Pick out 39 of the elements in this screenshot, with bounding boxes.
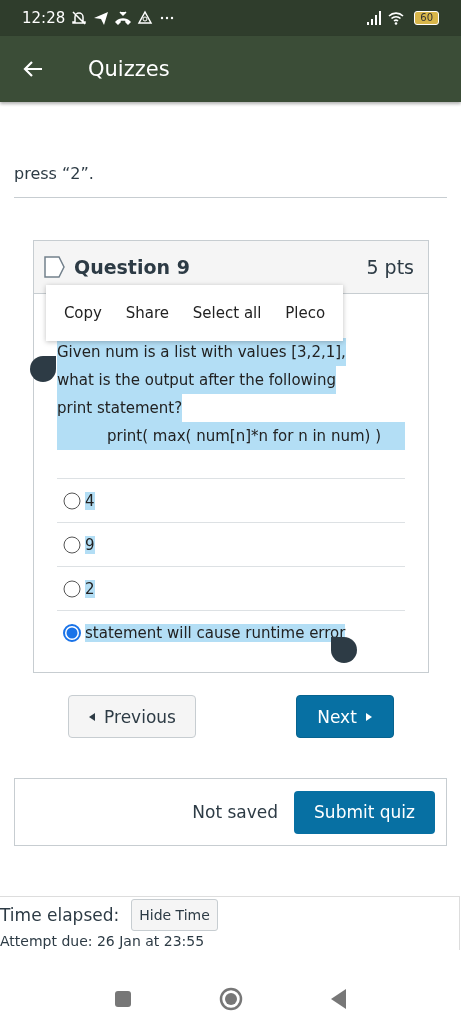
wifi-icon: [388, 10, 405, 26]
flag-icon[interactable]: [44, 255, 66, 279]
bell-off-icon: [71, 10, 88, 26]
timer-label: Time elapsed:: [0, 905, 120, 925]
radio-button[interactable]: [63, 535, 81, 554]
menu-item[interactable]: Select all: [192, 304, 262, 322]
menu-item[interactable]: Pleco: [285, 304, 326, 322]
caret-left-icon: [88, 712, 97, 721]
radio-button[interactable]: [63, 623, 81, 642]
previous-button[interactable]: Previous: [68, 695, 196, 738]
caret-right-icon: [364, 712, 373, 721]
menu-item[interactable]: Share: [125, 304, 170, 322]
menu-item[interactable]: Copy: [63, 304, 102, 322]
hide-time-button[interactable]: Hide Time: [131, 899, 218, 931]
radio-button[interactable]: [63, 579, 81, 598]
radio-button[interactable]: [63, 491, 81, 510]
screen-title: Quizzes: [88, 57, 170, 81]
next-button[interactable]: Next: [296, 695, 394, 738]
points: 5 pts: [366, 256, 414, 278]
question-text: what is the output after the following: [57, 366, 337, 394]
question-title: Question 9: [74, 256, 191, 278]
answer-label: statement will cause runtime error: [85, 623, 346, 642]
intro-text: press “2”.: [14, 164, 94, 183]
clock: 12:28: [22, 9, 66, 27]
question-text: print statement?: [57, 394, 183, 422]
missed-call-icon: [115, 10, 132, 26]
save-status: Not saved: [192, 802, 279, 822]
selection-handle-icon[interactable]: [30, 356, 56, 382]
answer-label: 9: [85, 535, 95, 554]
signal-icon: [366, 10, 383, 26]
submit-button[interactable]: Submit quiz: [294, 790, 435, 834]
answer-label: 2: [85, 579, 95, 598]
due-date: Attempt due: 26 Jan at 23:55: [0, 933, 205, 949]
selection-handle-icon[interactable]: [331, 637, 357, 663]
send-icon: [93, 10, 110, 26]
battery-indicator: 60: [414, 11, 439, 25]
answer-label: 4: [85, 491, 95, 510]
drive-icon: [137, 10, 154, 26]
home-icon[interactable]: [218, 987, 243, 1011]
